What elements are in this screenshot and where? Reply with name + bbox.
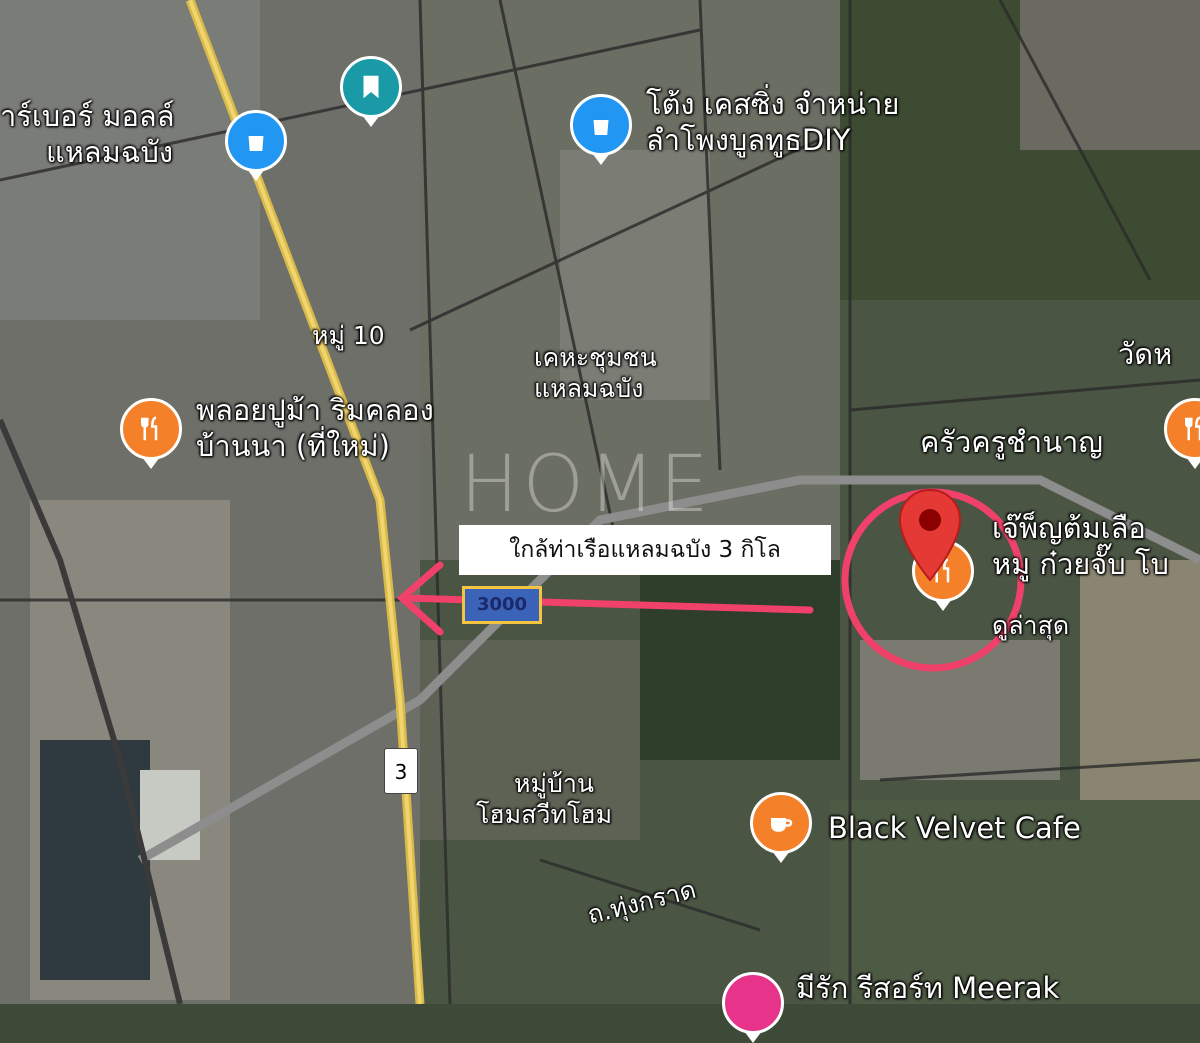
bookmark-icon[interactable] (340, 56, 402, 118)
poi-label-tong-case[interactable]: โต้ง เคสซิ่ง จำหน่าย ลำโพงบูลทูธDIY (646, 86, 899, 158)
restaurant-icon[interactable] (120, 398, 182, 460)
area-label-moo10: หมู่ 10 (312, 321, 385, 350)
shopping-bag-icon[interactable] (225, 110, 287, 172)
poi-label-krua-kru[interactable]: ครัวครูชำนาญ (920, 424, 1103, 460)
area-label-temple: วัดห (1118, 337, 1173, 371)
poi-label-ploy-pu-ma[interactable]: พลอยปูม้า ริมคลอง บ้านนา (ที่ใหม่) (196, 392, 434, 464)
area-label-village: หมู่บ้าน โฮมสวีทโฮม (476, 769, 613, 829)
location-pin-icon[interactable] (896, 488, 964, 584)
poi-label-black-velvet-cafe[interactable]: Black Velvet Cafe (828, 810, 1081, 846)
shopping-bag-icon[interactable] (570, 94, 632, 156)
poi-label-jae-pen[interactable]: เจ๊พ็ญต้มเลือ หมู ก๋วยจั๊บ โบ (992, 510, 1169, 582)
resort-icon[interactable] (722, 972, 784, 1034)
road-sign: 3000 (462, 586, 542, 624)
poi-label-resort[interactable]: มีรัก รีสอร์ท Meerak (796, 970, 1059, 1006)
poi-label-mall[interactable]: าร์เบอร์ มอลล์ แหลมฉบัง (0, 98, 174, 170)
watermark: HOME (460, 440, 713, 530)
coffee-cup-icon[interactable] (750, 792, 812, 854)
view-latest-label[interactable]: ดูล่าสุด (992, 610, 1069, 641)
distance-callout: ใกล้ท่าเรือแหลมฉบัง 3 กิโล (459, 525, 831, 575)
route-shield: 3 (384, 748, 418, 794)
area-label-community-house: เคหะชุมชน แหลมฉบัง (534, 343, 657, 403)
